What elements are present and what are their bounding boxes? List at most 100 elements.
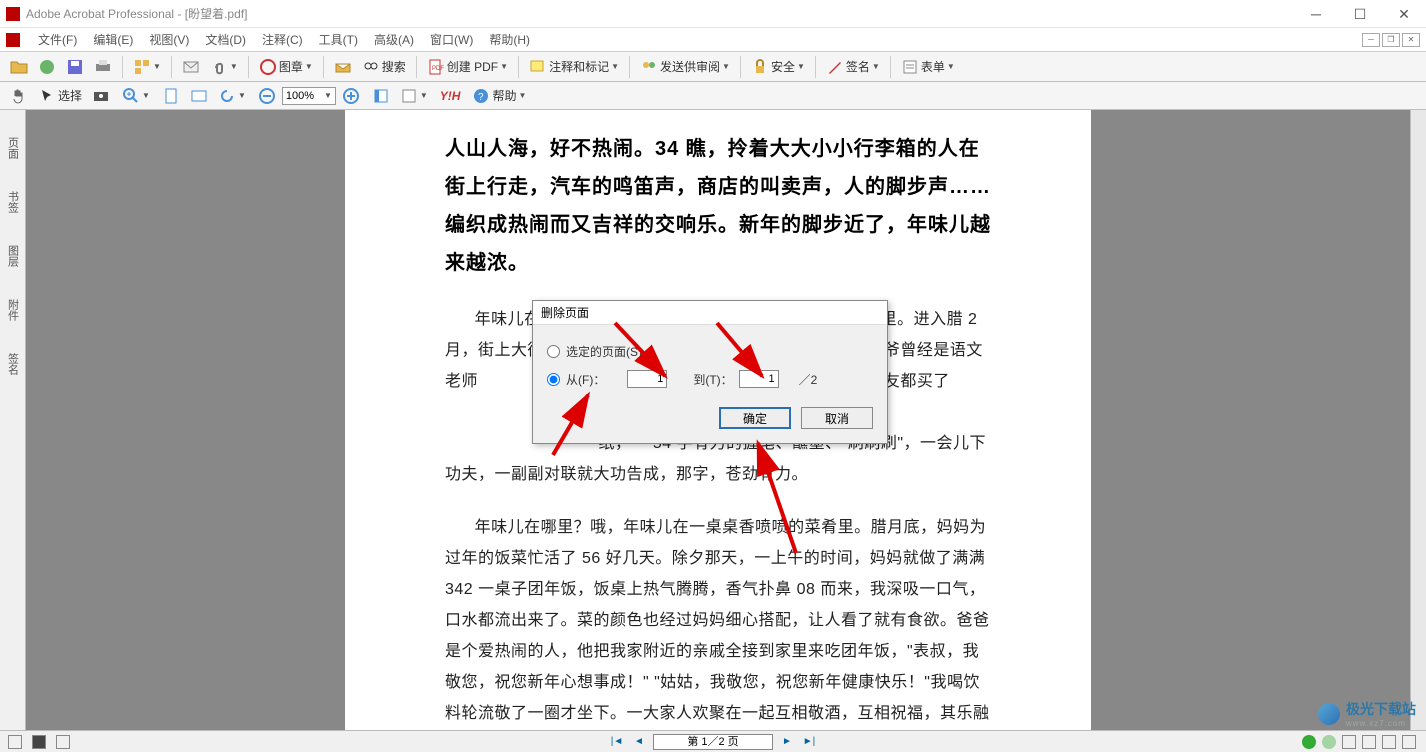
radio-selected-label: 选定的页面(S) [566,343,642,360]
menu-tools[interactable]: 工具(T) [311,31,366,48]
select-label: 选择 [58,87,82,104]
annotate-label: 注释和标记 [549,58,609,75]
window-titlebar: Adobe Acrobat Professional - [盼望着.pdf] ─… [0,0,1426,28]
select-tool[interactable]: 选择 [34,85,86,107]
security-button[interactable]: 安全▼ [747,56,809,78]
vertical-scrollbar[interactable] [1410,110,1426,730]
snapshot-tool[interactable] [88,85,114,107]
forward-button[interactable] [1322,735,1336,749]
page-indicator[interactable]: 第 1／2 页 [653,734,773,750]
fit-width-button[interactable] [186,85,212,107]
zoom-level-input[interactable]: 100%▼ [282,87,336,105]
tab-attachments[interactable]: 附件 [2,292,24,328]
search-button[interactable]: 搜索 [358,56,410,78]
window-title: Adobe Acrobat Professional - [盼望着.pdf] [26,5,247,22]
help-button[interactable]: ?帮助▼ [468,85,530,107]
mdi-close[interactable]: ✕ [1402,33,1420,47]
security-label: 安全 [771,58,795,75]
tab-signatures[interactable]: 签名 [2,346,24,382]
open-button[interactable] [6,56,32,78]
sign-button[interactable]: 签名▼ [822,56,884,78]
menu-view[interactable]: 视图(V) [141,31,197,48]
last-page-button[interactable]: ►| [801,734,817,750]
menu-window[interactable]: 窗口(W) [422,31,481,48]
save-button[interactable] [62,56,88,78]
attach-button[interactable]: ▼ [206,56,242,78]
from-page-input[interactable] [627,370,667,388]
doc-icon [6,33,20,47]
menu-edit[interactable]: 编辑(E) [85,31,141,48]
cancel-button[interactable]: 取消 [801,407,873,429]
layout-icon-2[interactable] [56,735,70,749]
prev-page-button[interactable]: ◄ [631,734,647,750]
reading-mode-button[interactable] [368,85,394,107]
create-pdf-button[interactable]: PDF创建 PDF▼ [423,56,512,78]
menu-advanced[interactable]: 高级(A) [366,31,422,48]
tab-pages[interactable]: 页面 [2,130,24,166]
open-web-button[interactable] [34,56,60,78]
create-pdf-label: 创建 PDF [447,58,498,75]
hand-tool[interactable] [6,85,32,107]
to-label: 到(T)： [693,371,732,388]
mdi-minimize[interactable]: ─ [1362,33,1380,47]
facing-view[interactable] [1382,735,1396,749]
mdi-controls: ─ ❐ ✕ [1362,33,1420,47]
menu-document[interactable]: 文档(D) [197,31,254,48]
total-pages-label: ／2 [799,371,818,388]
svg-text:?: ? [478,92,484,103]
first-page-button[interactable]: |◄ [609,734,625,750]
to-page-input[interactable] [739,370,779,388]
tab-layers[interactable]: 图层 [2,238,24,274]
reading-dropdown[interactable]: ▼ [396,85,432,107]
dialog-title: 删除页面 [533,301,887,325]
envelope-button[interactable] [330,56,356,78]
print-button[interactable] [90,56,116,78]
navigation-panel: 页面 书签 图层 附件 签名 [0,110,26,730]
search-label: 搜索 [382,58,406,75]
rotate-button[interactable]: ▼ [214,85,250,107]
minimize-button[interactable]: ─ [1294,0,1338,28]
doc-paragraph-1: 人山人海，好不热闹。34 瞧，拎着大大小小行李箱的人在街上行走，汽车的鸣笛声，商… [445,130,991,282]
mdi-restore[interactable]: ❐ [1382,33,1400,47]
send-review-button[interactable]: 发送供审阅▼ [636,56,734,78]
menu-file[interactable]: 文件(F) [30,31,85,48]
watermark-logo-icon [1318,703,1340,725]
stamp-label: 图章 [279,58,303,75]
continuous-facing-view[interactable] [1402,735,1416,749]
toolbar-secondary: 选择 ▼ ▼ 100%▼ ▼ Y!H ?帮助▼ [0,82,1426,110]
zoom-out-button[interactable] [254,85,280,107]
back-button[interactable] [1302,735,1316,749]
doc-paragraph-3: 年味儿在哪里？哦，年味儿在一桌桌香喷喷的菜肴里。腊月底，妈妈为过年的饭菜忙活了 … [445,512,991,730]
close-button[interactable]: ✕ [1382,0,1426,28]
delete-pages-dialog: 删除页面 选定的页面(S) 从(F)： 到(T)： ／2 确定 取消 [532,300,888,444]
ocr-button[interactable]: Y!H [436,85,465,107]
layout-icon[interactable] [32,735,46,749]
zoom-in-button[interactable] [338,85,364,107]
continuous-view[interactable] [1362,735,1376,749]
radio-from-to[interactable] [547,373,560,386]
next-page-button[interactable]: ► [779,734,795,750]
watermark: 极光下载站 www.xz7.com [1318,699,1416,728]
watermark-url: www.xz7.com [1346,719,1416,728]
send-review-label: 发送供审阅 [660,58,720,75]
single-page-view[interactable] [1342,735,1356,749]
stamp-button[interactable]: 图章▼ [255,56,317,78]
maximize-button[interactable]: ☐ [1338,0,1382,28]
zoom-in-tool[interactable]: ▼ [118,85,154,107]
organize-button[interactable]: ▼ [129,56,165,78]
menu-comment[interactable]: 注释(C) [254,31,311,48]
ok-button[interactable]: 确定 [719,407,791,429]
annotate-button[interactable]: 注释和标记▼ [525,56,623,78]
email-button[interactable] [178,56,204,78]
form-button[interactable]: 表单▼ [897,56,959,78]
radio-selected-pages[interactable] [547,345,560,358]
fit-page-button[interactable] [158,85,184,107]
form-label: 表单 [921,58,945,75]
menu-help[interactable]: 帮助(H) [481,31,538,48]
statusbar: |◄ ◄ 第 1／2 页 ► ►| [0,730,1426,752]
tab-bookmarks[interactable]: 书签 [2,184,24,220]
sign-label: 签名 [846,58,870,75]
toolbar-primary: ▼ ▼ 图章▼ 搜索 PDF创建 PDF▼ 注释和标记▼ 发送供审阅▼ 安全▼ … [0,52,1426,82]
page-size-icon[interactable] [8,735,22,749]
from-label: 从(F)： [566,371,605,388]
